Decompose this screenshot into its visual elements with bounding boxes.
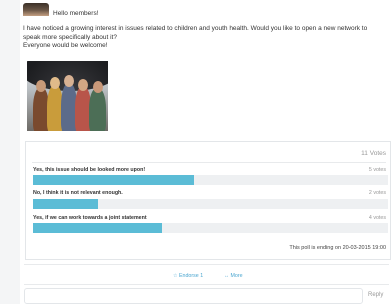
poll-option-votes: 5 votes [368, 167, 386, 173]
poll-option-label: Yes, if we can work towards a joint stat… [33, 215, 147, 221]
poll-option-label: Yes, this issue should be looked more up… [33, 167, 146, 173]
more-label: More [230, 273, 243, 279]
star-icon: ☆ [173, 273, 178, 279]
post-greeting: Hello members! [53, 10, 99, 17]
poll-end-date: This poll is ending on 20-03-2015 19:00 [289, 245, 386, 251]
more-link[interactable]: ↔ More [224, 273, 243, 279]
poll: 11 Votes Yes, this issue should be looke… [25, 141, 391, 260]
actions-divider [24, 264, 389, 265]
reply-divider [24, 284, 389, 285]
post-message-line: Everyone would be welcome! [23, 42, 108, 50]
poll-option-fill [33, 223, 163, 233]
poll-option-label: No, I think it is not relevant enough. [33, 190, 123, 196]
poll-total-votes: 11 Votes [361, 150, 386, 157]
post-message: I have noticed a growing interest in iss… [23, 25, 385, 51]
author-avatar[interactable] [23, 3, 49, 16]
poll-option-fill [33, 175, 195, 185]
poll-option-votes: 4 votes [368, 215, 386, 221]
endorse-label: Endorse [178, 273, 199, 279]
poll-option-bar[interactable] [33, 199, 388, 209]
reply-button[interactable]: Reply [368, 292, 383, 298]
poll-divider [32, 162, 386, 163]
endorse-link[interactable]: ☆ Endorse 1 [173, 273, 203, 279]
poll-option-bar[interactable] [33, 223, 388, 233]
poll-option-votes: 2 votes [368, 190, 386, 196]
endorse-count: 1 [200, 273, 204, 279]
post-message-line: I have noticed a growing interest in iss… [23, 25, 368, 41]
poll-option-fill [33, 199, 98, 209]
reply-input[interactable] [24, 288, 363, 304]
post-photo[interactable] [27, 61, 108, 131]
arrows-icon: ↔ [224, 273, 229, 279]
poll-option-bar[interactable] [33, 175, 388, 185]
